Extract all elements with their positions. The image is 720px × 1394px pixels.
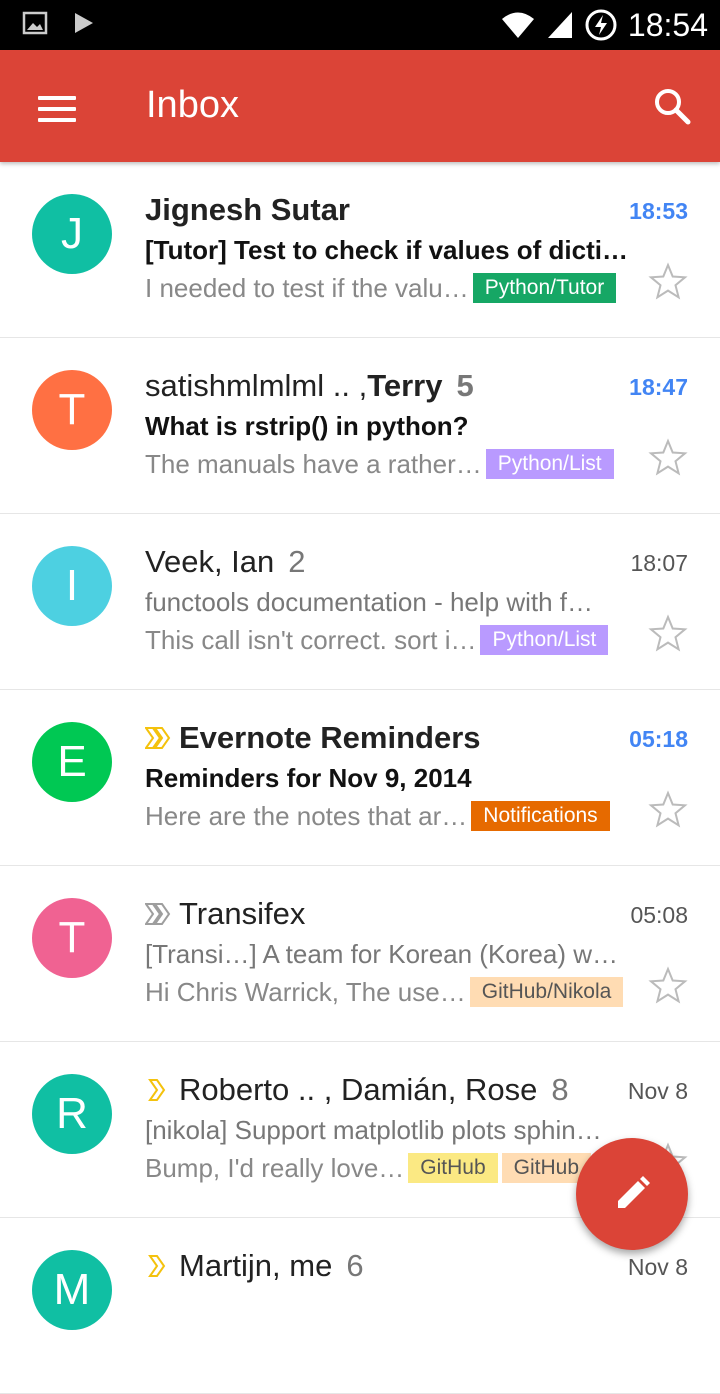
image-icon <box>22 11 48 35</box>
avatar[interactable]: T <box>32 370 112 450</box>
snippet-line: This call isn't correct. sort i… Python/L… <box>145 622 645 658</box>
sender-line: Evernote Reminders <box>145 718 615 758</box>
email-subject: [Tutor] Test to check if values of dicti… <box>145 235 628 265</box>
play-icon <box>75 13 93 33</box>
avatar[interactable]: E <box>32 722 112 802</box>
sender-line: Veek, Ian 2 <box>145 542 615 582</box>
email-snippet: Hi Chris Warrick, The use… <box>145 976 466 1007</box>
avatar[interactable]: J <box>32 194 112 274</box>
wifi-icon <box>501 12 534 38</box>
avatar[interactable]: T <box>32 898 112 978</box>
sender-name: Transifex <box>179 896 306 931</box>
compose-button[interactable] <box>576 1138 688 1250</box>
page-title: Inbox <box>146 84 239 126</box>
sender-name: Jignesh Sutar <box>145 192 350 227</box>
app-bar: Inbox <box>0 50 720 162</box>
importance-marker-icon <box>148 1255 166 1277</box>
email-time: Nov 8 <box>627 1078 688 1104</box>
email-row[interactable]: E Evernote Reminders 05:18 Reminders for No… <box>0 690 720 866</box>
avatar[interactable]: I <box>32 546 112 626</box>
email-subject: What is rstrip() in python? <box>145 411 469 441</box>
email-row[interactable]: Tsatishmlmlml .. , Terry 5 18:47 What is rs… <box>0 338 720 514</box>
email-label: Notifications <box>471 801 610 831</box>
email-subject: Reminders for Nov 9, 2014 <box>145 763 472 793</box>
email-snippet: Bump, I'd really love… <box>145 1152 405 1183</box>
signal-icon <box>547 12 572 38</box>
sender-line: Jignesh Sutar <box>145 190 615 230</box>
star-icon[interactable] <box>648 614 688 654</box>
email-time: Nov 8 <box>627 1254 688 1280</box>
email-snippet: Here are the notes that ar… <box>145 800 468 831</box>
status-time: 18:54 <box>627 6 708 43</box>
email-subject: [Transi…] A team for Korean (Korea) w… <box>145 939 618 969</box>
email-snippet: This call isn't correct. sort i… <box>145 624 477 655</box>
snippet-line: Bump, I'd really love… GitHub GitHub <box>145 1150 645 1186</box>
email-snippet: The manuals have a rather… <box>145 448 482 479</box>
sender-name: Veek, Ian <box>145 544 275 579</box>
email-label: Python/List <box>480 625 609 655</box>
email-label: Python/List <box>485 449 614 479</box>
importance-marker-icon <box>145 903 171 925</box>
email-subject: functools documentation - help with f… <box>145 587 594 617</box>
email-label: Python/Tutor <box>472 273 617 303</box>
email-time: 18:07 <box>630 550 688 576</box>
email-label: GitHub/Nikola <box>469 977 624 1007</box>
email-time: 05:08 <box>630 902 688 928</box>
pencil-icon <box>618 1176 650 1208</box>
star-icon[interactable] <box>648 262 688 302</box>
sender-name-bold: Terry <box>367 368 443 403</box>
email-label: GitHub <box>408 1153 498 1183</box>
thread-count: 8 <box>551 1072 569 1107</box>
thread-count: 6 <box>346 1248 364 1283</box>
importance-marker-icon <box>145 727 171 749</box>
snippet-line: I needed to test if the valu… Python/Tuto… <box>145 270 645 306</box>
email-snippet: I needed to test if the valu… <box>145 272 469 303</box>
sync-icon <box>585 9 617 41</box>
sender-line: Transifex <box>145 894 615 934</box>
email-time: 05:18 <box>629 726 688 752</box>
email-subject: [nikola] Support matplotlib plots sphin… <box>145 1115 602 1145</box>
avatar[interactable]: R <box>32 1074 112 1154</box>
sender-line: satishmlmlml .. , Terry 5 <box>145 366 615 406</box>
star-icon[interactable] <box>648 966 688 1006</box>
search-icon[interactable] <box>652 86 692 126</box>
thread-count: 2 <box>288 544 306 579</box>
email-row[interactable]: T Transifex 05:08 [Transi…] A team for Kore… <box>0 866 720 1042</box>
status-bar: 18:54 <box>0 0 720 50</box>
email-row[interactable]: I Veek, Ian 2 18:07 functools documentation … <box>0 514 720 690</box>
snippet-line: Here are the notes that ar… Notifications <box>145 798 645 834</box>
sender-name: Evernote Reminders <box>179 720 481 755</box>
avatar[interactable]: M <box>32 1250 112 1330</box>
snippet-line: The manuals have a rather… Python/List <box>145 446 645 482</box>
email-row[interactable]: J Jignesh Sutar 18:53 [Tutor] Test to check… <box>0 162 720 338</box>
importance-marker-icon <box>148 1079 166 1101</box>
snippet-line: Hi Chris Warrick, The use… GitHub/Nikola <box>145 974 645 1010</box>
thread-count: 5 <box>456 368 474 403</box>
sender-name: satishmlmlml .. , <box>145 368 368 403</box>
sender-name: Martijn, me <box>179 1248 333 1283</box>
sender-line: Martijn, me 6 <box>145 1246 615 1286</box>
menu-icon[interactable] <box>38 96 76 122</box>
email-time: 18:47 <box>629 374 688 400</box>
star-icon[interactable] <box>648 438 688 478</box>
sender-name: Roberto .. , Damián, Rose <box>179 1072 538 1107</box>
email-time: 18:53 <box>629 198 688 224</box>
sender-line: Roberto .. , Damián, Rose 8 <box>145 1070 615 1110</box>
star-icon[interactable] <box>648 790 688 830</box>
